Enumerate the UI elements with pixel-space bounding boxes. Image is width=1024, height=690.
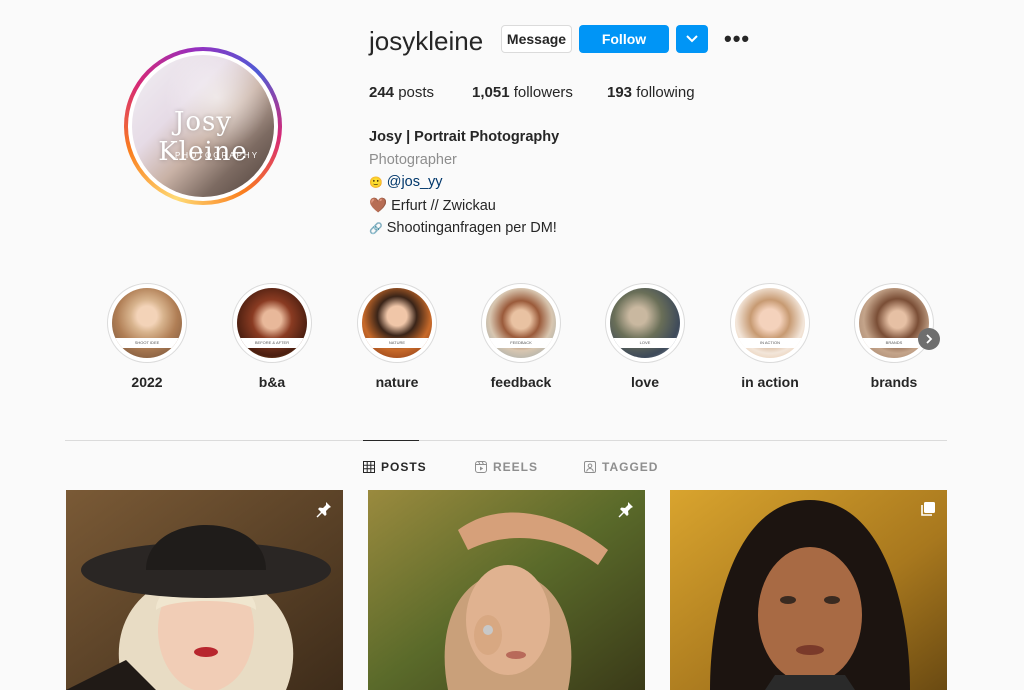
highlight-feedback[interactable]: FEEDBACK feedback (481, 283, 561, 390)
bio-line-location: 🤎 Erfurt // Zwickau (369, 195, 559, 218)
mention-link[interactable]: @jos_yy (387, 174, 443, 190)
message-button[interactable]: Message (501, 25, 572, 53)
highlight-band: BEFORE & AFTER (237, 338, 307, 348)
highlight-cover: SHOOT IDEE (112, 288, 182, 358)
smile-emoji-icon: 🙂 (369, 177, 383, 189)
tab-tagged[interactable]: TAGGED (584, 460, 658, 474)
chevron-down-icon (686, 35, 698, 43)
carousel-icon (921, 502, 935, 516)
post-tile[interactable] (66, 490, 343, 690)
booking-text: Shootinganfragen per DM! (386, 220, 557, 236)
heart-emoji-icon: 🤎 (369, 197, 388, 214)
posts-stat: 244 posts (369, 84, 434, 101)
chevron-right-icon (926, 334, 933, 344)
profile-username: josykleine (369, 26, 484, 56)
suggested-dropdown-button[interactable] (676, 25, 708, 53)
highlight-cover: IN ACTION (735, 288, 805, 358)
more-options-button[interactable]: ••• (724, 26, 750, 52)
profile-bio: Josy | Portrait Photography Photographer… (369, 126, 559, 241)
highlight-band: NATURE (362, 338, 432, 348)
tab-posts[interactable]: POSTS (363, 460, 427, 474)
highlight-ring: IN ACTION (730, 283, 810, 363)
tab-label: POSTS (381, 460, 427, 474)
highlights-next-button[interactable] (918, 328, 940, 350)
highlight-label: nature (375, 374, 419, 390)
bio-line-mention: 🙂 @jos_yy (369, 171, 559, 195)
following-count: 193 (607, 84, 633, 101)
highlight-label: feedback (490, 374, 552, 390)
tab-label: TAGGED (602, 460, 659, 474)
highlight-cover: LOVE (610, 288, 680, 358)
tab-label: REELS (493, 460, 539, 474)
following-stat[interactable]: 193 following (607, 84, 695, 101)
location-text: Erfurt // Zwickau (391, 197, 496, 214)
bio-line-booking: 🔗 Shootinganfragen per DM! (369, 217, 559, 241)
highlight-band: LOVE (610, 338, 680, 348)
avatar-photo: Josy Kleine PHOTOGRAPHY (132, 55, 274, 197)
highlight-ring: SHOOT IDEE (107, 283, 187, 363)
post-tile[interactable] (670, 490, 947, 690)
tab-reels[interactable]: REELS (475, 460, 538, 474)
followers-count: 1,051 (472, 84, 510, 101)
post-image-woman-hand (368, 490, 645, 690)
highlight-band: FEEDBACK (486, 338, 556, 348)
highlight-cover: BRANDS (859, 288, 929, 358)
avatar-brand-subtitle: PHOTOGRAPHY (174, 151, 260, 160)
grid-icon (363, 461, 375, 473)
highlight-label: love (630, 374, 659, 390)
avatar-inner-ring: Josy Kleine PHOTOGRAPHY (128, 51, 278, 201)
highlight-in-action[interactable]: IN ACTION in action (730, 283, 810, 390)
following-label: following (636, 84, 695, 101)
highlight-cover: NATURE (362, 288, 432, 358)
highlight-label: in action (741, 374, 799, 390)
tabs-divider (65, 440, 947, 441)
highlight-ring: BRANDS (854, 283, 934, 363)
highlight-ring: BEFORE & AFTER (232, 283, 312, 363)
post-image-woman-braids (670, 490, 947, 690)
highlight-ring: FEEDBACK (481, 283, 561, 363)
highlight-2022[interactable]: SHOOT IDEE 2022 (107, 283, 187, 390)
highlight-ring: LOVE (605, 283, 685, 363)
link-emoji-icon: 🔗 (369, 223, 383, 235)
highlight-love[interactable]: LOVE love (605, 283, 685, 390)
highlight-cover: BEFORE & AFTER (237, 288, 307, 358)
posts-label: posts (398, 84, 435, 101)
highlight-label: b&a (258, 374, 286, 390)
pin-icon (618, 502, 633, 518)
highlight-cover: FEEDBACK (486, 288, 556, 358)
follow-button[interactable]: Follow (579, 25, 669, 53)
reels-icon (475, 461, 487, 473)
post-tile[interactable] (368, 490, 645, 690)
profile-full-name: Josy | Portrait Photography (369, 129, 560, 145)
highlight-nature[interactable]: NATURE nature (357, 283, 437, 390)
profile-category: Photographer (369, 151, 457, 168)
profile-avatar[interactable]: Josy Kleine PHOTOGRAPHY (124, 47, 282, 205)
followers-label: followers (513, 84, 573, 101)
highlight-label: brands (870, 374, 918, 390)
post-image-woman-hat (66, 490, 343, 690)
tagged-icon (584, 461, 596, 473)
followers-stat[interactable]: 1,051 followers (472, 84, 573, 101)
highlight-band: IN ACTION (735, 338, 805, 348)
highlight-band: SHOOT IDEE (112, 338, 182, 348)
active-tab-indicator (363, 440, 419, 441)
pin-icon (316, 502, 331, 518)
posts-count: 244 (369, 84, 395, 101)
highlight-label: 2022 (131, 374, 163, 390)
highlight-ring: NATURE (357, 283, 437, 363)
highlight-b-and-a[interactable]: BEFORE & AFTER b&a (232, 283, 312, 390)
